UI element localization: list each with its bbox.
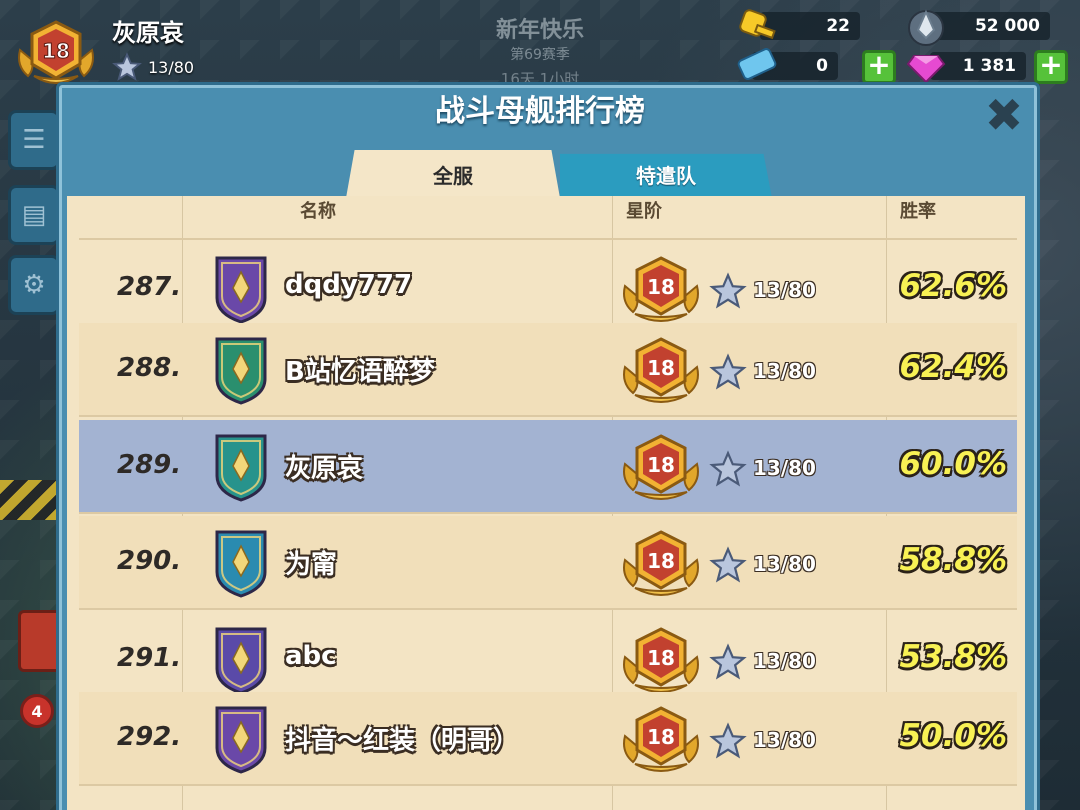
player-stars-value: 13/80 [148,57,195,77]
tier-stars: 13/80 [753,278,816,302]
ticket-icon [737,48,777,80]
tab-global-label: 全服 [433,163,473,188]
key-icon [739,9,776,40]
wolf-emblem-icon [213,254,269,324]
tier-badge: 18 [619,706,703,774]
win-rate: 50.0% [899,718,1007,754]
tier-stars: 13/80 [753,552,816,576]
tab-global[interactable]: 全服 [346,150,560,198]
fist-emblem-icon [213,625,269,695]
player-name-cell[interactable]: abc [285,641,337,671]
dagger-emblem-icon [213,528,269,598]
column-header-name: 名称 [300,201,336,222]
ranking-icon: ▤ [21,200,47,230]
rank-number: 290. [117,546,182,576]
tier-stars: 13/80 [753,359,816,383]
rank-number: 288. [117,353,182,383]
winged-skull-emblem-icon [213,704,269,774]
star-icon [709,546,747,584]
tier-stars: 13/80 [753,728,816,752]
leaderboard-row[interactable]: 289. 灰原哀 18 13/80 60.0% [79,420,1017,514]
star-icon [709,450,747,488]
rank-number: 287. [117,272,182,302]
tier-level: 18 [647,725,675,749]
win-rate: 58.8% [899,542,1007,578]
gear-icon: ⚙ [22,270,46,300]
star-icon [709,272,747,310]
tier-level: 18 [647,453,675,477]
gem-icon [906,55,946,84]
ranking-button[interactable]: ▤ [8,185,60,245]
settings-button[interactable]: ⚙ [8,255,60,315]
player-name: 灰原哀 [112,19,184,47]
player-stars: 13/80 [112,52,194,82]
tier-level: 18 [647,275,675,299]
player-level-badge[interactable]: 18 [14,20,98,86]
power-stone-icon [908,9,944,46]
close-button[interactable]: ✖ [984,92,1024,138]
star-icon [112,52,142,81]
add-gems-button[interactable]: + [1034,50,1068,84]
event-title: 新年快乐 [495,18,584,43]
tier-level: 18 [647,356,675,380]
column-header-winrate: 胜率 [900,201,936,222]
panel-title: 战斗母舰排行榜 [435,94,645,129]
win-rate: 60.0% [899,446,1007,482]
chevron-rank-emblem-icon [213,335,269,405]
player-name-cell[interactable]: 抖音～红装（明哥） [285,720,519,757]
tier-badge: 18 [619,337,703,405]
win-rate: 62.6% [899,268,1007,304]
add-tickets-button[interactable]: + [862,50,896,84]
close-icon: ✖ [984,88,1024,142]
player-name-cell[interactable]: dqdy777 [285,270,412,300]
tier-level: 18 [647,549,675,573]
hazard-stripe [0,480,60,520]
leaderboard-row[interactable]: 288. B站忆语醉梦 18 13/80 62.4% [79,323,1017,417]
star-icon [709,353,747,391]
player-name-cell[interactable]: 灰原哀 [285,448,363,485]
player-name-cell[interactable]: 为甯 [285,544,337,581]
star-icon [709,722,747,760]
column-header-tier: 星阶 [626,201,662,222]
tier-badge: 18 [619,434,703,502]
tier-level: 18 [647,646,675,670]
leaderboard-row[interactable]: 287. dqdy777 18 13/80 62.6% [79,242,1017,336]
crossed-rifles-emblem-icon [213,432,269,502]
player-level: 18 [42,39,70,63]
tier-stars: 13/80 [753,649,816,673]
tab-task-force-label: 特遣队 [636,163,696,188]
rank-number: 289. [117,450,182,480]
notification-badge: 4 [20,694,54,728]
player-name-cell[interactable]: B站忆语醉梦 [285,351,435,388]
star-icon [709,643,747,681]
leaderboard-row[interactable]: 290. 为甯 18 13/80 58.8% [79,516,1017,610]
scrolled-row-edge [79,222,1017,240]
event-season: 第69赛季 [510,47,570,63]
tier-badge: 18 [619,627,703,695]
win-rate: 62.4% [899,349,1007,385]
tier-stars: 13/80 [753,456,816,480]
rank-number: 292. [117,722,182,752]
tier-badge: 18 [619,530,703,598]
tab-task-force[interactable]: 特遣队 [560,153,772,198]
rank-number: 291. [117,643,182,673]
tier-badge: 18 [619,256,703,324]
leaderboard-row[interactable]: 292. 抖音～红装（明哥） 18 13/80 50.0% [79,692,1017,786]
win-rate: 53.8% [899,639,1007,675]
stone-counter: 52 000 [930,12,1050,40]
